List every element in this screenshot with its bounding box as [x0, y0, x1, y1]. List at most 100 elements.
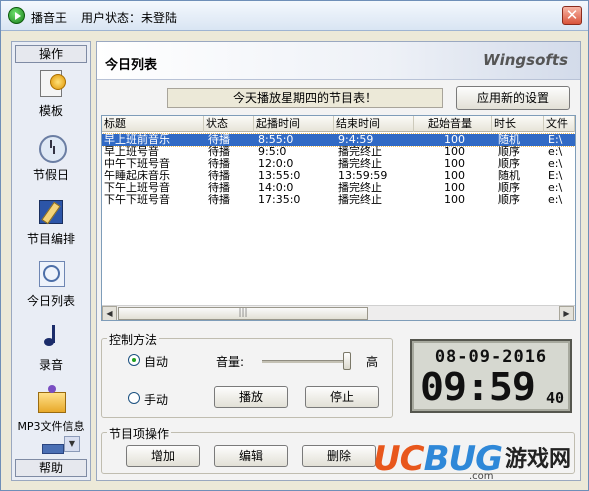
user-status: 用户状态：未登陆 [81, 11, 178, 25]
table-row[interactable]: 下午上班号音 待播 14:0:0 播完终止 100 顺序 e:\ [102, 182, 575, 194]
clock-seconds: 40 [546, 389, 565, 407]
sidebar-item-holiday[interactable]: 节假日 [12, 132, 90, 183]
cell-file: E:\ [548, 134, 563, 146]
list-header: 标题 状态 起播时间 结束时间 起始音量 时长 文件 [102, 116, 575, 132]
edit-icon [36, 196, 66, 226]
column-header-duration[interactable]: 时长 [492, 116, 544, 132]
cell-status: 待播 [208, 194, 230, 206]
sidebar-scroll-down-button[interactable]: ▼ [64, 436, 80, 452]
cell-volume: 100 [444, 194, 465, 206]
add-button[interactable]: 增加 [126, 445, 200, 467]
cell-title: 午睡起床音乐 [104, 170, 170, 182]
watermark-cn: 游戏网 [505, 446, 572, 472]
watermark-uc: UC [373, 439, 425, 479]
watermark-url: .com [469, 471, 494, 482]
window-title: 播音王 [31, 11, 68, 25]
cell-title: 下午下班号音 [104, 194, 170, 206]
cell-mode: 随机 [498, 170, 520, 182]
cell-file: e:\ [548, 194, 563, 206]
auto-radio[interactable] [128, 354, 140, 366]
horizontal-scrollbar[interactable]: ◀ ||| ▶ [102, 305, 575, 320]
auto-label: 自动 [144, 355, 169, 369]
cell-mode: 随机 [498, 134, 520, 146]
sidebar-item-record[interactable]: 录音 [12, 322, 90, 373]
cell-title: 下午上班号音 [104, 182, 170, 194]
column-header-start[interactable]: 起播时间 [254, 116, 334, 132]
stop-button[interactable]: 停止 [305, 386, 379, 408]
scroll-thumb[interactable]: ||| [118, 307, 368, 320]
table-row[interactable]: 午睡起床音乐 待播 13:55:0 13:59:59 100 随机 E:\ [102, 170, 575, 182]
music-note-icon [36, 322, 66, 352]
play-button[interactable]: 播放 [214, 386, 288, 408]
cell-status: 待播 [208, 158, 230, 170]
clock-icon [36, 132, 67, 163]
cell-file: e:\ [548, 158, 563, 170]
template-icon [36, 68, 66, 98]
cell-file: E:\ [548, 170, 563, 182]
cell-end: 播完终止 [338, 194, 382, 206]
cell-end: 9:4:59 [338, 134, 374, 146]
cell-start: 8:55:0 [258, 134, 294, 146]
sidebar-item-today-list[interactable]: 今日列表 [12, 258, 90, 309]
cell-status: 待播 [208, 146, 230, 158]
close-button[interactable]: ✕ [562, 6, 582, 25]
program-list[interactable]: 标题 状态 起播时间 结束时间 起始音量 时长 文件 早上班前音乐 待播 8:5… [101, 115, 576, 321]
table-row[interactable]: 中午下班号音 待播 12:0:0 播完终止 100 顺序 e:\ [102, 158, 575, 170]
title-bar[interactable]: 播音王 用户状态：未登陆 ✕ [1, 1, 588, 31]
group-title: 节目项操作 [107, 425, 172, 442]
sidebar-item-program-edit[interactable]: 节目编排 [12, 196, 90, 247]
cell-mode: 顺序 [498, 158, 520, 170]
sidebar-item-label: 模板 [38, 104, 63, 118]
brand-logo: Wingsofts [483, 51, 568, 69]
column-header-file[interactable]: 文件 [544, 116, 575, 132]
sidebar-item-label: 今日列表 [26, 294, 75, 308]
panel-header: 今日列表 Wingsofts [97, 42, 580, 80]
main-panel: 今日列表 Wingsofts 今天播放星期四的节目表！ 应用新的设置 标题 状态… [96, 41, 581, 481]
sidebar-item-template[interactable]: 模板 [12, 68, 90, 119]
delete-button[interactable]: 删除 [302, 445, 376, 467]
scroll-right-button[interactable]: ▶ [559, 306, 574, 320]
sidebar-item-mp3-info[interactable]: MP3文件信息 [12, 384, 90, 434]
lcd-clock: 08-09-2016 09:59 40 [410, 339, 572, 413]
column-header-title[interactable]: 标题 [102, 116, 204, 132]
cell-mode: 顺序 [498, 194, 520, 206]
volume-slider-track[interactable] [262, 360, 350, 363]
group-title: 控制方法 [107, 331, 160, 348]
control-method-group: 控制方法 自动 手动 音量: 高 播放 停止 [101, 331, 393, 418]
cell-start: 14:0:0 [258, 182, 294, 194]
table-row[interactable]: 早上班号音 待播 9:5:0 播完终止 100 顺序 e:\ [102, 146, 575, 158]
clock-date: 08-09-2016 [434, 347, 548, 367]
cell-end: 播完终止 [338, 158, 382, 170]
cell-volume: 100 [444, 134, 465, 146]
volume-label: 音量: [216, 355, 245, 369]
cell-title: 早上班前音乐 [104, 134, 170, 146]
sidebar: 操作 模板 节假日 节目编排 今日列表 录音 MP3文件信息 ▼ 帮助 [11, 41, 91, 481]
table-row[interactable]: 下午下班号音 待播 17:35:0 播完终止 100 顺序 e:\ [102, 194, 575, 206]
cell-end: 13:59:59 [338, 170, 388, 182]
apply-settings-button[interactable]: 应用新的设置 [456, 86, 570, 110]
cell-title: 早上班号音 [104, 146, 159, 158]
cell-title: 中午下班号音 [104, 158, 170, 170]
app-play-icon [8, 7, 25, 24]
site-watermark: UCBUG 游戏网 .com [373, 435, 585, 487]
scroll-left-button[interactable]: ◀ [102, 306, 117, 320]
cell-status: 待播 [208, 134, 230, 146]
column-header-end[interactable]: 结束时间 [334, 116, 414, 132]
sidebar-item-label: 录音 [38, 358, 63, 372]
cell-start: 17:35:0 [258, 194, 301, 206]
schedule-notice: 今天播放星期四的节目表！ [167, 88, 443, 108]
manual-radio[interactable] [128, 392, 140, 404]
volume-slider-thumb[interactable] [343, 352, 351, 370]
cell-start: 9:5:0 [258, 146, 287, 158]
edit-button[interactable]: 编辑 [214, 445, 288, 467]
sidebar-header[interactable]: 操作 [15, 45, 87, 63]
cell-file: e:\ [548, 146, 563, 158]
table-row[interactable]: 早上班前音乐 待播 8:55:0 9:4:59 100 随机 E:\ [102, 133, 575, 147]
today-list-icon [36, 258, 66, 288]
column-header-volume[interactable]: 起始音量 [414, 116, 492, 132]
sidebar-item-label: 节目编排 [26, 232, 75, 246]
cell-mode: 顺序 [498, 182, 520, 194]
column-header-status[interactable]: 状态 [204, 116, 254, 132]
cell-volume: 100 [444, 182, 465, 194]
sidebar-footer-help[interactable]: 帮助 [15, 459, 87, 477]
